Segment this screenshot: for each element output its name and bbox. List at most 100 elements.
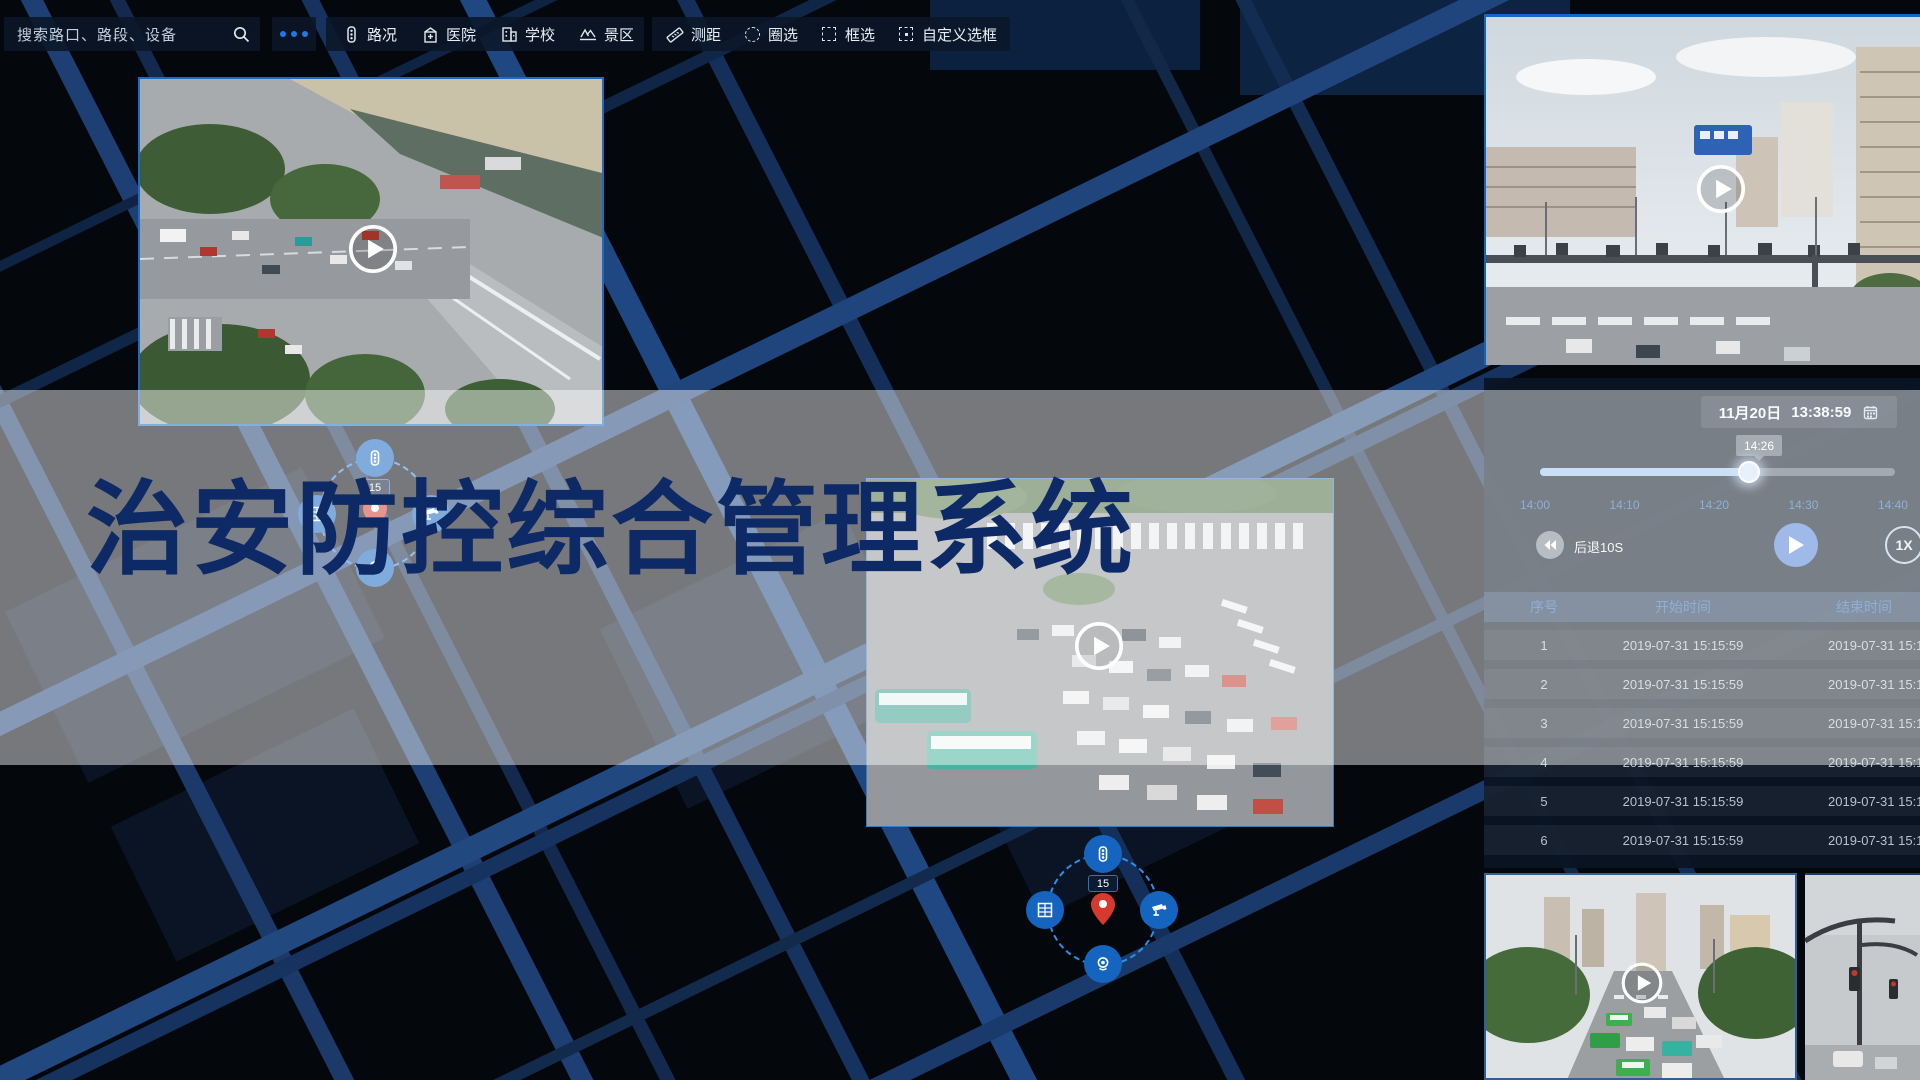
selection-toolbar: 测距 圈选 框选 自定义选框 [652, 17, 1010, 51]
play-pause-button[interactable] [1774, 523, 1818, 567]
table-cell: 3 [1484, 716, 1580, 731]
timeline-tick-label: 14:00 [1520, 498, 1550, 512]
search-input[interactable]: 搜索路口、路段、设备 [4, 17, 260, 51]
table-cell: 2019-07-31 15:15:59 [1786, 794, 1920, 809]
cctv-camera-icon[interactable] [1140, 891, 1178, 929]
toolbar-item-label: 圈选 [768, 24, 798, 45]
table-cell: 4 [1484, 755, 1580, 770]
toolbar-item-label: 自定义选框 [922, 24, 997, 45]
page-title: 治安防控综合管理系统 [86, 448, 1136, 595]
table-cell: 2019-07-31 15:15:59 [1786, 755, 1920, 770]
date-label: 11月20日 [1719, 402, 1782, 423]
table-row[interactable]: 32019-07-31 15:15:592019-07-31 15:15:59 [1484, 708, 1920, 738]
table-cell: 2019-07-31 15:15:59 [1580, 755, 1786, 770]
slider-handle[interactable] [1738, 461, 1760, 483]
slider-tooltip: 14:26 [1736, 435, 1782, 456]
table-cell: 1 [1484, 638, 1580, 653]
rewind-button[interactable] [1536, 531, 1564, 559]
table-cell: 2019-07-31 15:15:59 [1580, 794, 1786, 809]
records-table-body: 12019-07-31 15:15:592019-07-31 15:15:592… [1484, 630, 1920, 864]
scenic-icon [579, 25, 597, 43]
device-marker: 15 [1038, 835, 1168, 985]
timeline-tick-label: 14:10 [1609, 498, 1639, 512]
calendar-icon[interactable] [1861, 403, 1879, 421]
dot-icon [280, 31, 286, 37]
timeline-tick-label: 14:30 [1788, 498, 1818, 512]
hospital-icon [421, 25, 439, 43]
table-cell: 2019-07-31 15:15:59 [1786, 716, 1920, 731]
table-cell: 2019-07-31 15:15:59 [1786, 638, 1920, 653]
layers-menu-dots[interactable] [272, 17, 316, 51]
table-cell: 2019-07-31 15:15:59 [1786, 833, 1920, 848]
records-table-header: 序号 开始时间 结束时间 [1484, 592, 1920, 622]
video-thumbnail-topright[interactable] [1484, 14, 1920, 365]
table-row[interactable]: 62019-07-31 15:15:592019-07-31 15:15:59 [1484, 825, 1920, 855]
timeline-slider[interactable] [1540, 468, 1895, 476]
timeline-tick-label: 14:20 [1699, 498, 1729, 512]
speed-button[interactable]: 1X [1885, 526, 1920, 564]
toolbar-item-label: 景区 [604, 24, 634, 45]
table-row[interactable]: 52019-07-31 15:15:592019-07-31 15:15:59 [1484, 786, 1920, 816]
timeline-ticks: 14:00 14:10 14:20 14:30 14:40 [1484, 498, 1920, 512]
video-scene [1805, 875, 1920, 1080]
circle-select-icon [743, 25, 761, 43]
toolbar-item-scenic[interactable]: 景区 [579, 24, 634, 45]
toolbar-item-label: 测距 [691, 24, 721, 45]
device-count-badge: 15 [1088, 875, 1118, 892]
traffic-light-icon[interactable] [1084, 835, 1122, 873]
column-header: 结束时间 [1786, 597, 1920, 617]
toolbar-item-circle-select[interactable]: 圈选 [743, 24, 798, 45]
toolbar-item-label: 框选 [845, 24, 875, 45]
table-cell: 2019-07-31 15:15:59 [1580, 638, 1786, 653]
toolbar-item-label: 医院 [446, 24, 476, 45]
location-pin-icon[interactable] [1091, 893, 1115, 930]
table-cell: 5 [1484, 794, 1580, 809]
dot-icon [291, 31, 297, 37]
playback-controls: 后退10S 1X [1484, 523, 1920, 567]
toolbar-item-label: 路况 [367, 24, 397, 45]
toolbar-item-box-select[interactable]: 框选 [820, 24, 875, 45]
table-cell: 6 [1484, 833, 1580, 848]
app-root: 15 治安防控综合管理系统 搜索路口、路段、设备 路况 医院 [0, 0, 1920, 1080]
table-row[interactable]: 42019-07-31 15:15:592019-07-31 15:15:59 [1484, 747, 1920, 777]
toolbar-item-label: 学校 [525, 24, 555, 45]
play-button[interactable] [347, 223, 399, 275]
search-icon[interactable] [232, 25, 250, 43]
video-thumbnail-bottomleft[interactable] [1484, 873, 1797, 1080]
play-button[interactable] [1620, 961, 1664, 1005]
time-label: 13:38:59 [1791, 404, 1851, 421]
table-cell: 2019-07-31 15:15:59 [1580, 677, 1786, 692]
search-placeholder: 搜索路口、路段、设备 [17, 24, 177, 45]
toolbar-item-custom-select[interactable]: 自定义选框 [897, 24, 997, 45]
school-icon [500, 25, 518, 43]
datetime-picker[interactable]: 11月20日 13:38:59 [1701, 396, 1897, 428]
column-header: 开始时间 [1580, 597, 1786, 617]
timeline-progress [1540, 468, 1749, 476]
toolbar-item-traffic[interactable]: 路况 [342, 24, 397, 45]
rewind-label: 后退10S [1574, 537, 1623, 556]
toolbar-item-school[interactable]: 学校 [500, 24, 555, 45]
playback-panel: 11月20日 13:38:59 14:26 14:0014:1014:2014:… [1484, 378, 1920, 868]
toolbar-item-measure[interactable]: 测距 [666, 24, 721, 45]
play-button[interactable] [1695, 163, 1747, 215]
table-cell: 2019-07-31 15:15:59 [1580, 833, 1786, 848]
video-thumbnail-left[interactable] [138, 77, 604, 426]
dot-icon [302, 31, 308, 37]
table-row[interactable]: 22019-07-31 15:15:592019-07-31 15:15:59 [1484, 669, 1920, 699]
timeline-tick-label: 14:40 [1878, 498, 1908, 512]
box-select-icon [820, 25, 838, 43]
toolbar-item-hospital[interactable]: 医院 [421, 24, 476, 45]
ruler-icon [666, 25, 684, 43]
video-thumbnail-bottomright[interactable] [1805, 873, 1920, 1080]
table-cell: 2 [1484, 677, 1580, 692]
traffic-light-icon [342, 25, 360, 43]
table-row[interactable]: 12019-07-31 15:15:592019-07-31 15:15:59 [1484, 630, 1920, 660]
poi-toolbar: 路况 医院 学校 景区 [326, 17, 644, 51]
webcam-icon[interactable] [1084, 945, 1122, 983]
table-cell: 2019-07-31 15:15:59 [1786, 677, 1920, 692]
panel-grid-icon[interactable] [1026, 891, 1064, 929]
column-header: 序号 [1484, 597, 1580, 617]
custom-select-icon [897, 25, 915, 43]
play-button[interactable] [1073, 620, 1125, 672]
table-cell: 2019-07-31 15:15:59 [1580, 716, 1786, 731]
